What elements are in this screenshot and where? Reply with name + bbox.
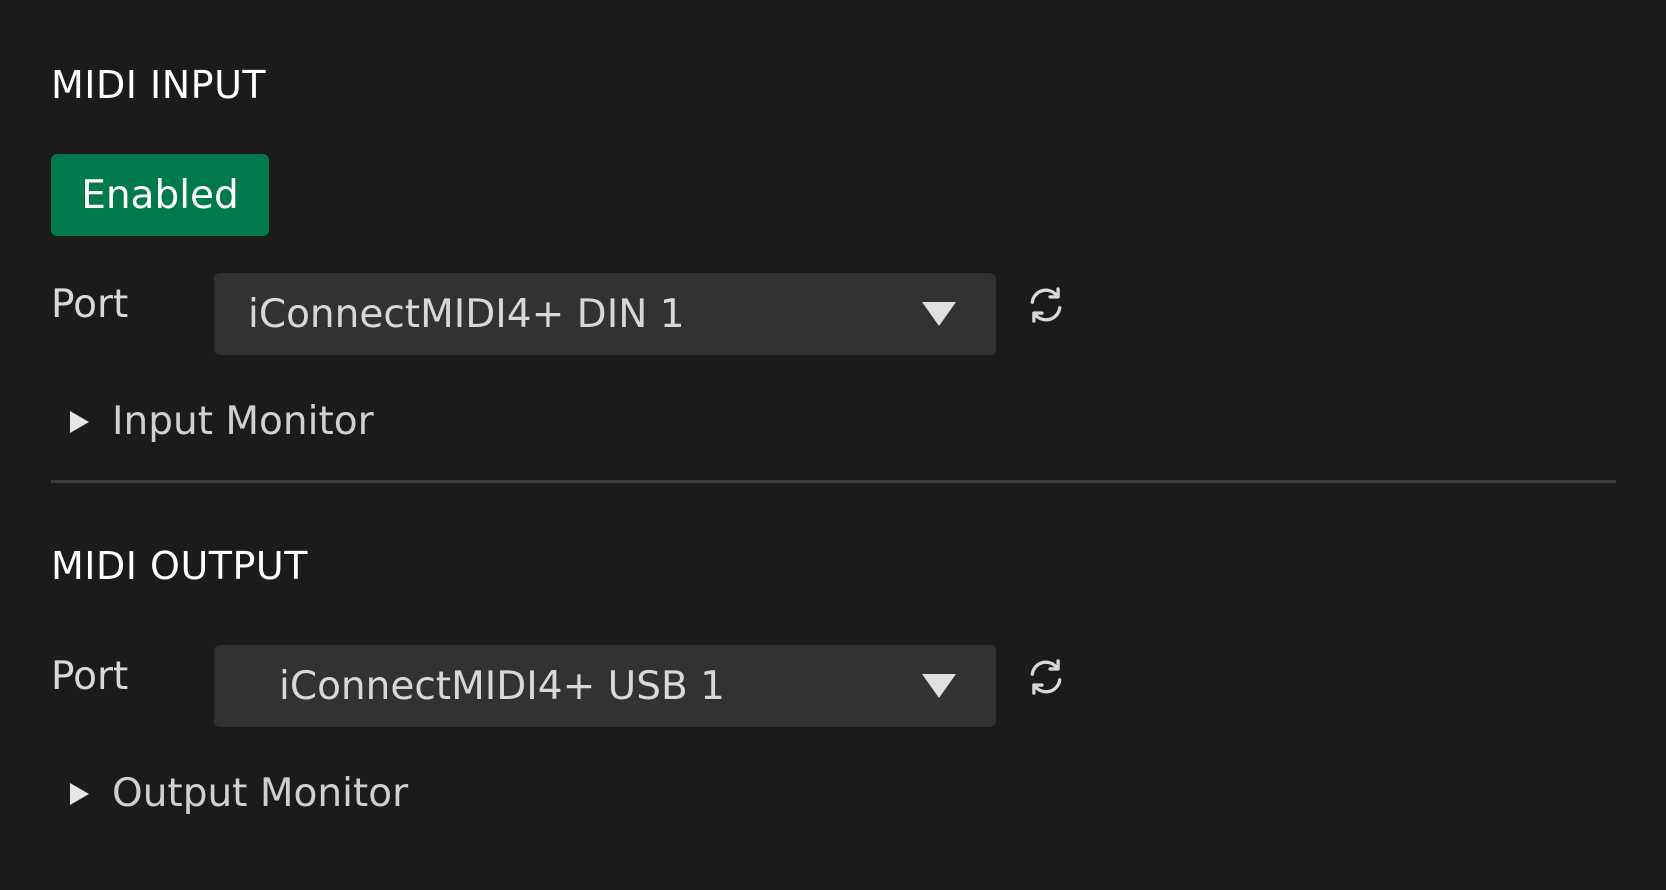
- midi-input-title: MIDI INPUT: [51, 63, 267, 107]
- midi-output-title: MIDI OUTPUT: [51, 544, 308, 588]
- output-port-value: iConnectMIDI4+ USB 1: [279, 663, 725, 709]
- chevron-down-icon: [922, 302, 956, 326]
- refresh-icon[interactable]: [1024, 655, 1068, 699]
- triangle-right-icon: [70, 410, 89, 433]
- output-monitor-label: Output Monitor: [112, 771, 409, 816]
- refresh-icon[interactable]: [1024, 283, 1068, 327]
- input-monitor-toggle[interactable]: Input Monitor: [70, 399, 374, 444]
- input-enabled-button[interactable]: Enabled: [51, 154, 269, 236]
- section-divider: [51, 480, 1616, 483]
- input-port-value: iConnectMIDI4+ DIN 1: [248, 291, 685, 337]
- triangle-right-icon: [70, 782, 89, 805]
- output-port-select[interactable]: iConnectMIDI4+ USB 1: [214, 645, 996, 727]
- input-monitor-label: Input Monitor: [112, 399, 374, 444]
- output-monitor-toggle[interactable]: Output Monitor: [70, 771, 408, 816]
- chevron-down-icon: [922, 674, 956, 698]
- midi-settings-panel: MIDI INPUT Enabled Port iConnectMIDI4+ D…: [0, 0, 1666, 890]
- input-port-label: Port: [51, 282, 129, 327]
- input-port-select[interactable]: iConnectMIDI4+ DIN 1: [214, 273, 996, 355]
- output-port-label: Port: [51, 654, 129, 699]
